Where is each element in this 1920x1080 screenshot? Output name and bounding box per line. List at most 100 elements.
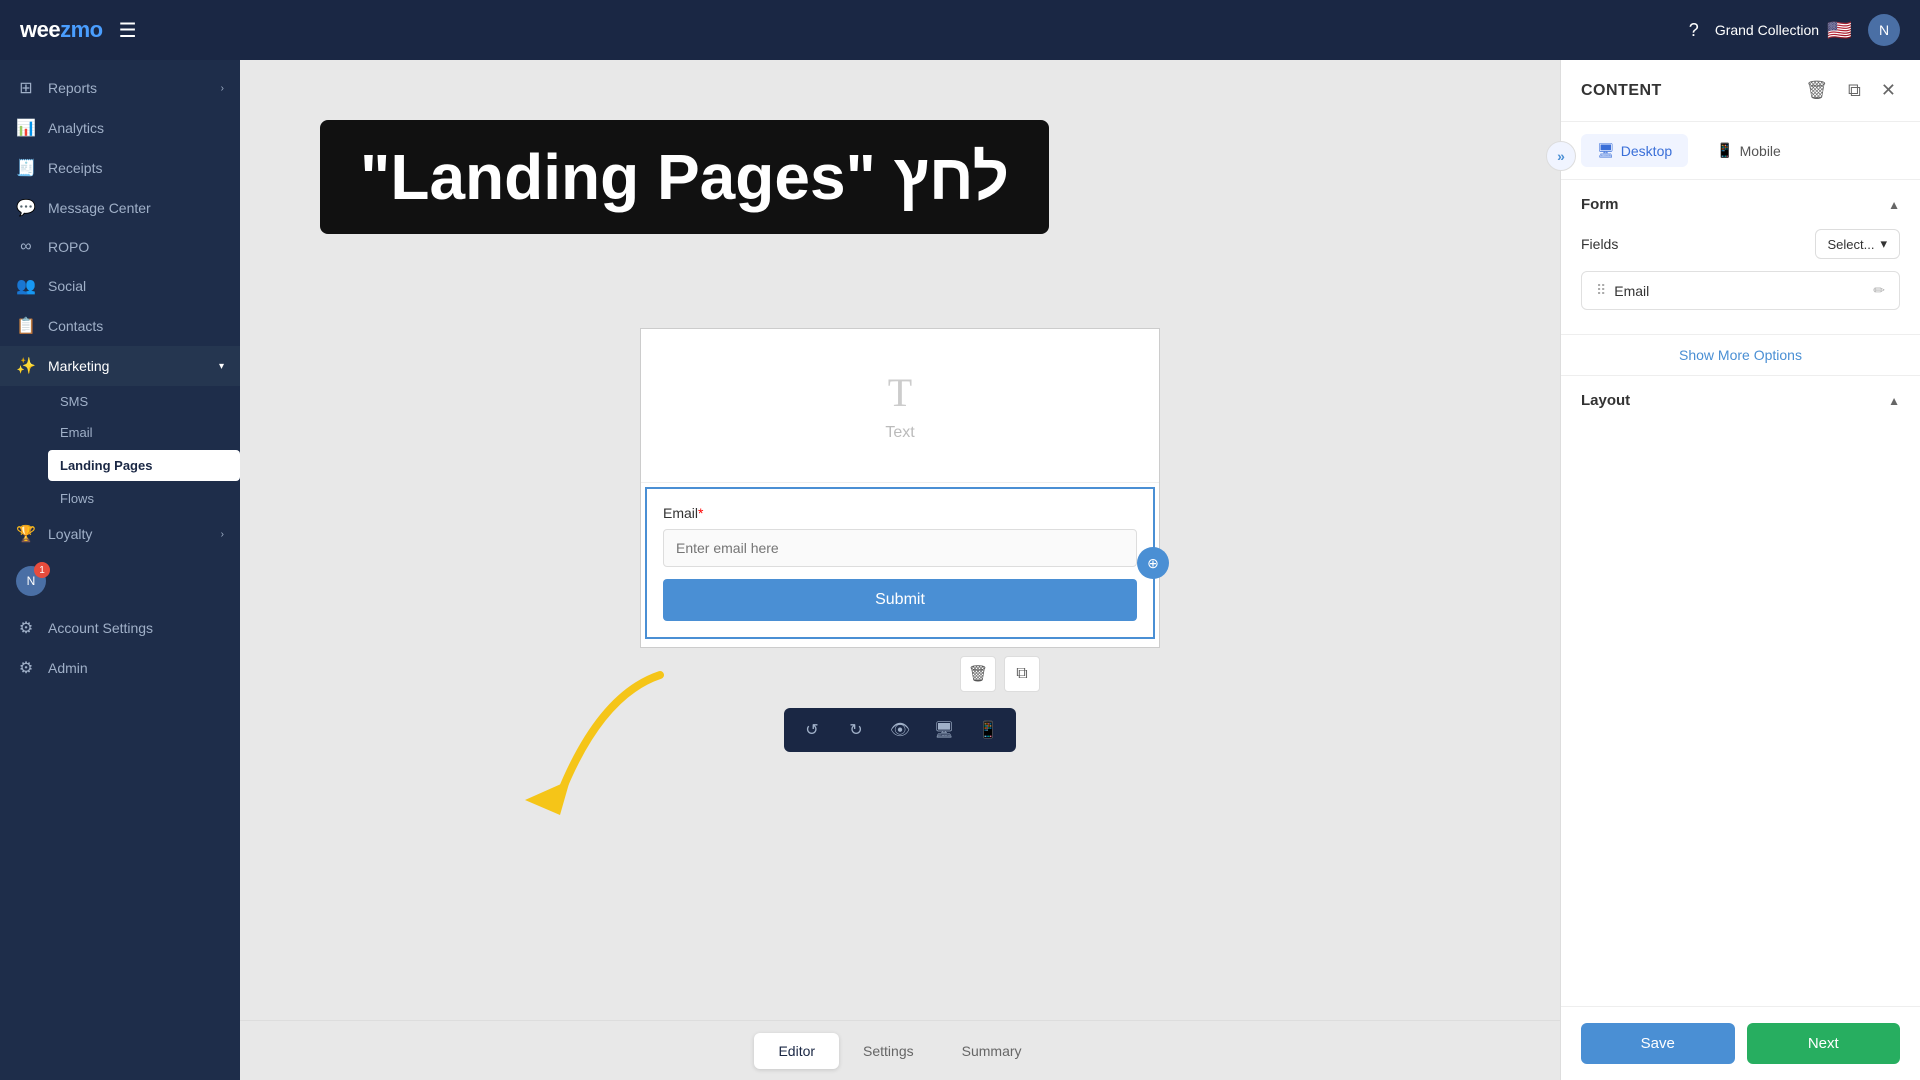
panel-delete-button[interactable]: 🗑 <box>1801 76 1832 105</box>
fields-label: Fields <box>1581 236 1618 252</box>
sidebar-item-contacts[interactable]: 📋 Contacts <box>0 306 240 346</box>
next-button[interactable]: Next <box>1747 1023 1901 1064</box>
page-canvas: T Text Email* ⊕ Submit <box>640 328 1160 648</box>
preview-button[interactable]: 👁 <box>884 714 916 746</box>
sidebar-subitem-landing-pages[interactable]: Landing Pages <box>48 450 240 481</box>
field-edit-button[interactable]: ✏ <box>1873 282 1885 299</box>
mobile-label: Mobile <box>1740 143 1781 159</box>
redo-button[interactable]: ↻ <box>840 714 872 746</box>
required-mark: * <box>698 505 703 521</box>
annotation-overlay: "Landing Pages" לחץ <box>320 120 1049 234</box>
sidebar-user-section[interactable]: N 1 <box>0 554 240 608</box>
layout-section: Layout ▲ <box>1561 375 1920 441</box>
loyalty-icon: 🏆 <box>16 524 36 544</box>
desktop-label: Desktop <box>1621 143 1672 159</box>
center-content: "Landing Pages" לחץ T Text Email* ⊕ Subm… <box>240 60 1560 1080</box>
sidebar-item-ropo[interactable]: ∞ ROPO <box>0 228 240 266</box>
desktop-icon: 🖥 <box>1597 142 1615 159</box>
canvas-toolbar: ↺ ↻ 👁 🖥 📱 <box>784 708 1016 752</box>
copy-block-button[interactable]: ⧉ <box>1004 656 1040 692</box>
panel-copy-button[interactable]: ⧉ <box>1844 76 1865 105</box>
notification-badge: 1 <box>34 562 50 578</box>
sidebar-subitem-email[interactable]: Email <box>48 417 240 448</box>
save-button[interactable]: Save <box>1581 1023 1735 1064</box>
select-chevron-icon: ▾ <box>1880 236 1887 252</box>
field-drag-icon[interactable]: ⠿ <box>1596 282 1606 299</box>
annotation-bubble: "Landing Pages" לחץ <box>320 120 1049 234</box>
form-section: Form ▲ Fields Select... ▾ ⠿ Email ✏ <box>1561 180 1920 334</box>
right-panel: CONTENT 🗑 ⧉ ✕ 🖥 Desktop 📱 Mobile Form ▲ <box>1560 60 1920 1080</box>
sidebar-item-social[interactable]: 👥 Social <box>0 266 240 306</box>
bottom-tabs: Editor Settings Summary <box>240 1020 1560 1080</box>
form-section-title: Form <box>1581 196 1619 213</box>
sidebar-item-label: Receipts <box>48 160 102 176</box>
sidebar-item-label: Admin <box>48 660 88 676</box>
logo: weezmo <box>20 17 103 43</box>
contacts-icon: 📋 <box>16 316 36 336</box>
flag-icon: 🇺🇸 <box>1827 18 1852 43</box>
topbar: weezmo ☰ ? Grand Collection 🇺🇸 N <box>0 0 1920 60</box>
ropo-icon: ∞ <box>16 238 36 256</box>
delete-block-button[interactable]: 🗑 <box>960 656 996 692</box>
fields-select[interactable]: Select... ▾ <box>1815 229 1901 259</box>
sidebar-subitem-flows[interactable]: Flows <box>48 483 240 514</box>
sidebar-item-label: Analytics <box>48 120 104 136</box>
sidebar-item-reports[interactable]: ⊞ Reports › <box>0 68 240 108</box>
text-block-icon: T <box>888 369 912 416</box>
text-block: T Text <box>641 329 1159 483</box>
panel-close-button[interactable]: ✕ <box>1877 76 1900 105</box>
sidebar-item-label: Reports <box>48 80 97 96</box>
org-selector[interactable]: Grand Collection 🇺🇸 <box>1715 18 1852 43</box>
reports-icon: ⊞ <box>16 78 36 98</box>
mobile-toggle[interactable]: 📱 Mobile <box>1700 134 1797 167</box>
drag-handle[interactable]: ⊕ <box>1137 547 1169 579</box>
sidebar-item-label: Social <box>48 278 86 294</box>
tab-settings[interactable]: Settings <box>839 1033 938 1069</box>
chevron-icon: › <box>221 83 224 94</box>
field-item-email: ⠿ Email ✏ <box>1581 271 1900 310</box>
sidebar-item-receipts[interactable]: 🧾 Receipts <box>0 148 240 188</box>
desktop-toggle[interactable]: 🖥 Desktop <box>1581 134 1688 167</box>
form-section-header: Form ▲ <box>1581 196 1900 213</box>
mobile-view-button[interactable]: 📱 <box>972 714 1004 746</box>
form-email-label: Email* <box>663 505 1137 521</box>
marketing-icon: ✨ <box>16 356 36 376</box>
block-controls: 🗑 ⧉ <box>960 656 1040 692</box>
arrow-annotation <box>480 655 680 820</box>
tab-summary[interactable]: Summary <box>938 1033 1046 1069</box>
email-input[interactable] <box>663 529 1137 567</box>
sidebar-item-loyalty[interactable]: 🏆 Loyalty › <box>0 514 240 554</box>
tab-editor[interactable]: Editor <box>754 1033 839 1069</box>
help-icon[interactable]: ? <box>1689 20 1699 41</box>
user-avatar[interactable]: N <box>1868 14 1900 46</box>
marketing-submenu: SMS Email Landing Pages Flows <box>0 386 240 514</box>
sidebar-item-admin[interactable]: ⚙ Admin <box>0 648 240 688</box>
expand-panel-button[interactable]: » <box>1546 141 1576 171</box>
sidebar-item-label: Message Center <box>48 200 151 216</box>
sidebar-user-avatar: N 1 <box>16 566 46 596</box>
form-section-chevron[interactable]: ▲ <box>1888 198 1900 212</box>
sidebar-item-analytics[interactable]: 📊 Analytics <box>0 108 240 148</box>
field-name: Email <box>1614 283 1649 299</box>
sidebar-item-marketing[interactable]: ✨ Marketing ▾ <box>0 346 240 386</box>
receipts-icon: 🧾 <box>16 158 36 178</box>
chevron-icon: ▾ <box>219 361 224 372</box>
settings-icon: ⚙ <box>16 618 36 638</box>
submit-button[interactable]: Submit <box>663 579 1137 621</box>
show-more-options-button[interactable]: Show More Options <box>1561 334 1920 375</box>
sidebar: ⊞ Reports › 📊 Analytics 🧾 Receipts 💬 Mes… <box>0 60 240 1080</box>
layout-section-chevron[interactable]: ▲ <box>1888 394 1900 408</box>
sidebar-item-message-center[interactable]: 💬 Message Center <box>0 188 240 228</box>
chevron-icon: › <box>221 529 224 540</box>
hamburger-icon[interactable]: ☰ <box>119 18 137 43</box>
text-block-label: Text <box>885 424 914 442</box>
sidebar-subitem-sms[interactable]: SMS <box>48 386 240 417</box>
undo-button[interactable]: ↺ <box>796 714 828 746</box>
admin-icon: ⚙ <box>16 658 36 678</box>
right-panel-header: CONTENT 🗑 ⧉ ✕ <box>1561 60 1920 122</box>
desktop-view-button[interactable]: 🖥 <box>928 714 960 746</box>
sidebar-item-account-settings[interactable]: ⚙ Account Settings <box>0 608 240 648</box>
analytics-icon: 📊 <box>16 118 36 138</box>
panel-bottom: Save Next <box>1561 1006 1920 1080</box>
layout-section-header: Layout ▲ <box>1581 392 1900 409</box>
